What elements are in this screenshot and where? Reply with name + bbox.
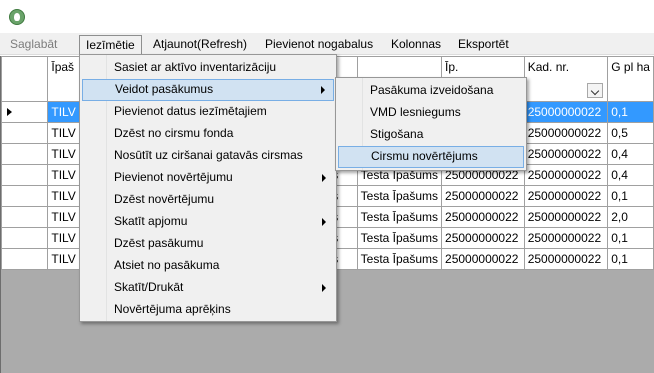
app-logo-icon <box>9 9 25 25</box>
menu-item-sasiet[interactable]: Sasiet ar aktīvo inventarizāciju <box>82 57 334 79</box>
menu-item-skatit-drukat[interactable]: Skatīt/Drukāt <box>82 277 334 299</box>
menu-saglabat[interactable]: Saglabāt <box>4 35 63 54</box>
row-header[interactable] <box>0 122 49 144</box>
cell[interactable]: 25000000022 <box>441 206 525 228</box>
cell[interactable]: 25000000022 <box>523 143 609 165</box>
menu-iezimetie[interactable]: Iezīmētie <box>79 35 142 56</box>
row-header[interactable] <box>0 101 49 123</box>
cell[interactable]: 25000000022 <box>523 101 609 123</box>
menu-bar: Saglabāt Iezīmētie Atjaunot(Refresh) Pie… <box>0 33 654 56</box>
cell[interactable]: 2,0 <box>607 206 654 228</box>
cell[interactable]: Testa Īpašums <box>356 185 443 207</box>
menu-item-dzest-novertejumu[interactable]: Dzēst novērtējumu <box>82 189 334 211</box>
cell[interactable]: 0,1 <box>607 185 654 207</box>
current-row-arrow-icon <box>7 108 12 116</box>
cell[interactable]: 0,1 <box>607 227 654 249</box>
submenu-arrow-icon <box>322 218 326 226</box>
col-kad-label: Kad. nr. <box>527 60 570 74</box>
cell[interactable]: 25000000022 <box>523 122 609 144</box>
menu-atjaunot[interactable]: Atjaunot(Refresh) <box>147 35 253 54</box>
menu-item-pievienot-novertejumu[interactable]: Pievienot novērtējumu <box>82 167 334 189</box>
menu-item-novertejuma-aprekins[interactable]: Novērtējuma aprēķins <box>82 299 334 321</box>
title-bar <box>0 0 654 33</box>
submenu-item-vmd-iesniegums[interactable]: VMD lesniegums <box>338 102 524 124</box>
cell[interactable]: 25000000022 <box>441 248 525 270</box>
col-header-kad-nr[interactable]: Kad. nr. <box>523 56 609 102</box>
row-header[interactable] <box>0 227 49 249</box>
cell[interactable]: 25000000022 <box>523 248 609 270</box>
col-header-g[interactable]: G pl ha <box>607 56 654 102</box>
cell[interactable]: 25000000022 <box>441 185 525 207</box>
submenu-arrow-icon <box>322 174 326 182</box>
submenu-item-pasakuma-izveidosana[interactable]: Pasākuma izveidošana <box>338 80 524 102</box>
menu-kolonnas[interactable]: Kolonnas <box>385 35 447 54</box>
cell[interactable]: 25000000022 <box>441 227 525 249</box>
cell[interactable]: 0,5 <box>607 122 654 144</box>
menu-item-pievienot-datus[interactable]: Pievienot datus iezīmētajiem <box>82 101 334 123</box>
menu-item-skatit-apjomu[interactable]: Skatīt apjomu <box>82 211 334 233</box>
menu-item-nosutit[interactable]: Nosūtīt uz ciršanai gatavās cirsmas <box>82 145 334 167</box>
cell[interactable]: 0,1 <box>607 248 654 270</box>
menu-item-dzest-no-cirsmu-fonda[interactable]: Dzēst no cirsmu fonda <box>82 123 334 145</box>
filter-dropdown-icon[interactable] <box>587 83 604 98</box>
row-header[interactable] <box>0 206 49 228</box>
menu-item-veidot-pasakumus[interactable]: Veidot pasākumus <box>82 79 334 101</box>
row-header[interactable] <box>0 185 49 207</box>
cell[interactable]: 25000000022 <box>523 185 609 207</box>
col-ip-label: Īp. <box>445 60 459 74</box>
iezimetie-dropdown-menu: Sasiet ar aktīvo inventarizāciju Veidot … <box>79 54 337 322</box>
row-header[interactable] <box>0 164 49 186</box>
submenu-item-cirsmu-novertejums[interactable]: Cirsmu novērtējums <box>338 146 524 168</box>
menu-item-dzest-pasakumu[interactable]: Dzēst pasākumu <box>82 233 334 255</box>
cell[interactable]: 0,1 <box>607 101 654 123</box>
menu-pievienot-nogabalus[interactable]: Pievienot nogabalus <box>259 35 379 54</box>
cell[interactable]: 0,4 <box>607 164 654 186</box>
cell[interactable]: 25000000022 <box>523 206 609 228</box>
row-header[interactable] <box>0 143 49 165</box>
submenu-item-stigosana[interactable]: Stigošana <box>338 124 524 146</box>
submenu-arrow-icon <box>321 86 325 94</box>
col-g-label: G pl ha <box>611 60 650 74</box>
submenu-arrow-icon <box>322 284 326 292</box>
menu-item-atsiet[interactable]: Atsiet no pasākuma <box>82 255 334 277</box>
row-header[interactable] <box>0 248 49 270</box>
row-header-corner <box>0 56 49 102</box>
veidot-pasakumus-submenu: Pasākuma izveidošana VMD lesniegums Stig… <box>335 77 527 171</box>
cell[interactable]: 25000000022 <box>523 164 609 186</box>
menu-eksportet[interactable]: Eksportēt <box>452 35 515 54</box>
cell[interactable]: 0,4 <box>607 143 654 165</box>
cell[interactable]: Testa Īpašums <box>356 248 443 270</box>
cell[interactable]: Testa Īpašums <box>356 206 443 228</box>
cell[interactable]: 25000000022 <box>523 227 609 249</box>
cell[interactable]: Testa Īpašums <box>356 227 443 249</box>
